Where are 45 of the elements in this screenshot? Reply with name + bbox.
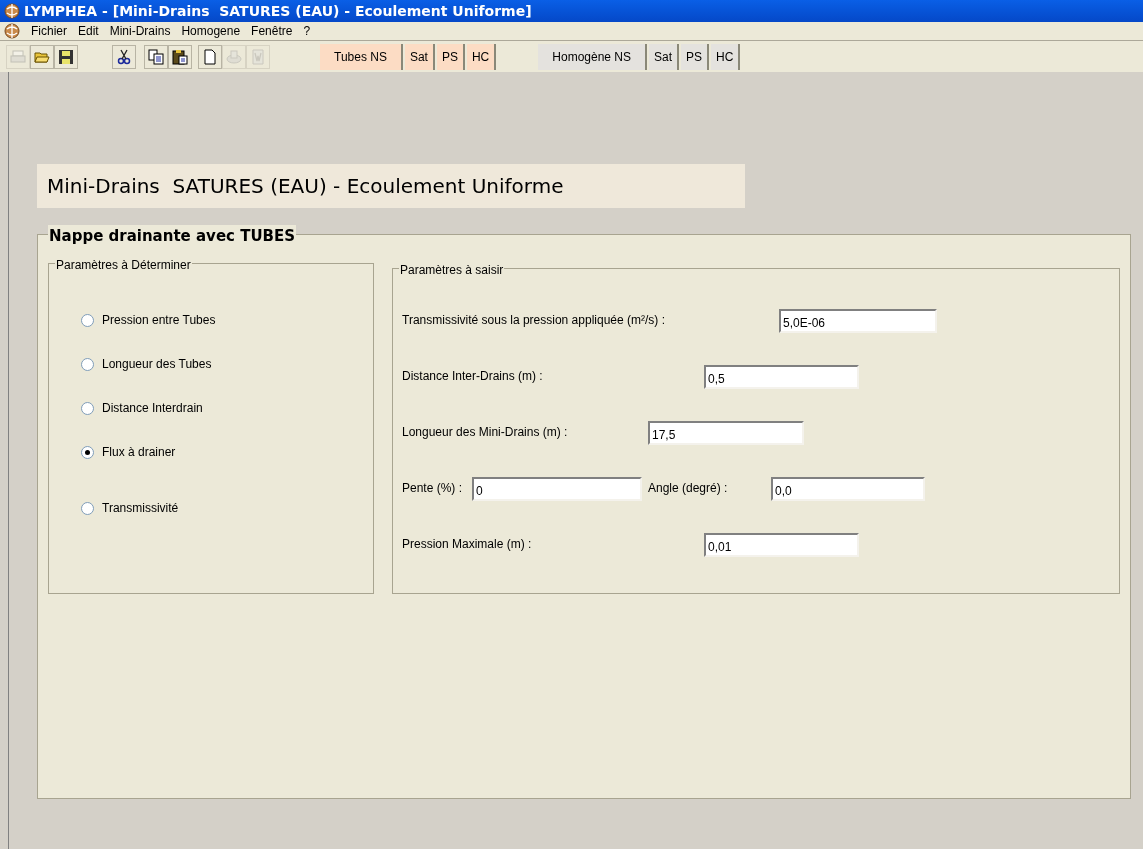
app-logo-icon xyxy=(4,3,20,19)
radio-label: Transmissivité xyxy=(102,500,179,517)
field-label: Pente (%) : xyxy=(402,480,463,497)
radio-label: Longueur des Tubes xyxy=(102,356,212,373)
clipboard-icon[interactable] xyxy=(168,44,192,69)
mode-button[interactable]: Tubes NS xyxy=(320,43,403,70)
input-field[interactable]: 0,0 xyxy=(771,477,925,501)
mode-button[interactable]: PS xyxy=(681,43,710,70)
mode-button[interactable]: PS xyxy=(436,43,465,70)
radio-button[interactable] xyxy=(81,313,94,327)
menu-item[interactable]: Homogene xyxy=(181,22,241,40)
field-label: Pression Maximale (m) : xyxy=(402,536,532,553)
radio-button[interactable] xyxy=(81,445,94,459)
radio-button[interactable] xyxy=(81,501,94,515)
page-icon[interactable] xyxy=(198,44,222,69)
radio-label: Distance Interdrain xyxy=(102,400,203,417)
radio-button[interactable] xyxy=(81,401,94,415)
app-logo-icon[interactable] xyxy=(4,23,20,39)
mode-button[interactable]: Sat xyxy=(404,43,435,70)
menu-item[interactable]: ? xyxy=(303,22,311,40)
field-label: Longueur des Mini-Drains (m) : xyxy=(402,424,568,441)
menu-item[interactable]: Edit xyxy=(78,22,99,40)
radio-label: Pression entre Tubes xyxy=(102,312,216,329)
input-field[interactable]: 0,01 xyxy=(704,533,859,557)
scissors-icon[interactable] xyxy=(112,44,136,69)
field-label: Transmissivité sous la pression appliquée (m²/s) : xyxy=(402,312,665,329)
window-title: LYMPHEA - [Mini-Drains SATURES (EAU) - Ecoulement Uniforme] xyxy=(24,1,532,21)
menu-item[interactable]: Fenêtre xyxy=(251,22,293,40)
menu-item[interactable]: Fichier xyxy=(31,22,67,40)
input-field[interactable]: 17,5 xyxy=(648,421,804,445)
banner-heading: Mini-Drains SATURES (EAU) - Ecoulement Uniforme xyxy=(37,164,745,208)
field-label: Distance Inter-Drains (m) : xyxy=(402,368,543,385)
radio-button[interactable] xyxy=(81,357,94,371)
input-field[interactable]: 0,5 xyxy=(704,365,859,389)
mode-button[interactable]: Sat xyxy=(649,43,680,70)
mode-button[interactable]: Homogène NS xyxy=(538,43,647,70)
folder-icon[interactable] xyxy=(30,44,54,69)
input-field[interactable]: 5,0E-06 xyxy=(779,309,937,333)
mode-button[interactable]: HC xyxy=(466,43,497,70)
menu-item[interactable]: Mini-Drains xyxy=(109,22,171,40)
field-label: Angle (degré) : xyxy=(648,480,728,497)
input-field[interactable]: 0 xyxy=(472,477,642,501)
mode-button[interactable]: HC xyxy=(711,43,741,70)
copy-icon[interactable] xyxy=(144,44,168,69)
radio-label: Flux à drainer xyxy=(102,444,176,461)
